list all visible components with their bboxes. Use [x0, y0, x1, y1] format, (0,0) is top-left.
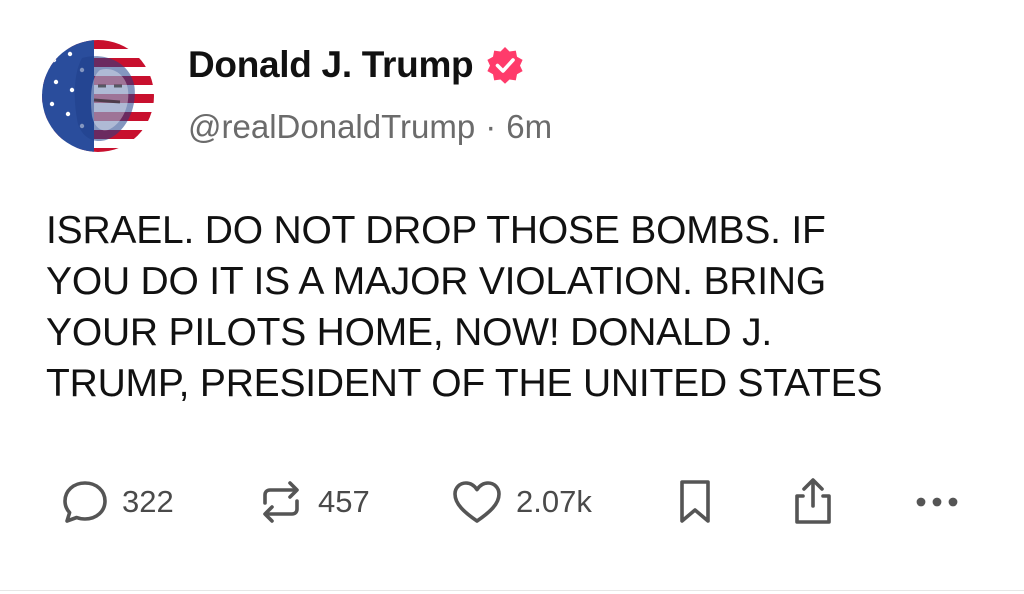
more-icon — [912, 477, 962, 527]
meta-separator: · — [485, 108, 497, 145]
author-meta-row: @realDonaldTrump · 6m — [188, 108, 552, 146]
repost-icon — [256, 477, 306, 527]
bookmark-icon — [672, 476, 718, 528]
like-count: 2.07k — [516, 484, 592, 519]
avatar-image — [42, 40, 154, 152]
author-name-row: Donald J. Trump — [188, 44, 525, 86]
heart-icon — [450, 477, 504, 527]
share-button[interactable] — [788, 474, 838, 530]
author-handle[interactable]: @realDonaldTrump — [188, 108, 475, 146]
reply-count: 322 — [122, 484, 174, 519]
like-button[interactable]: 2.07k — [450, 474, 592, 530]
divider — [0, 590, 1024, 591]
post-timestamp[interactable]: 6m — [506, 108, 552, 146]
reply-icon — [60, 477, 110, 527]
verified-badge-icon — [485, 45, 525, 85]
more-options-button[interactable] — [912, 474, 962, 530]
post-card: Donald J. Trump @realDonaldTrump · 6m IS… — [0, 0, 1024, 594]
author-display-name[interactable]: Donald J. Trump — [188, 44, 474, 86]
repost-button[interactable]: 457 — [256, 474, 370, 530]
post-text: ISRAEL. DO NOT DROP THOSE BOMBS. IF YOU … — [46, 209, 883, 405]
repost-count: 457 — [318, 484, 370, 519]
bookmark-button[interactable] — [672, 474, 718, 530]
share-icon — [788, 476, 838, 528]
reply-button[interactable]: 322 — [60, 474, 174, 530]
avatar[interactable] — [42, 40, 154, 152]
action-bar: 322 457 2.07k — [60, 474, 970, 530]
